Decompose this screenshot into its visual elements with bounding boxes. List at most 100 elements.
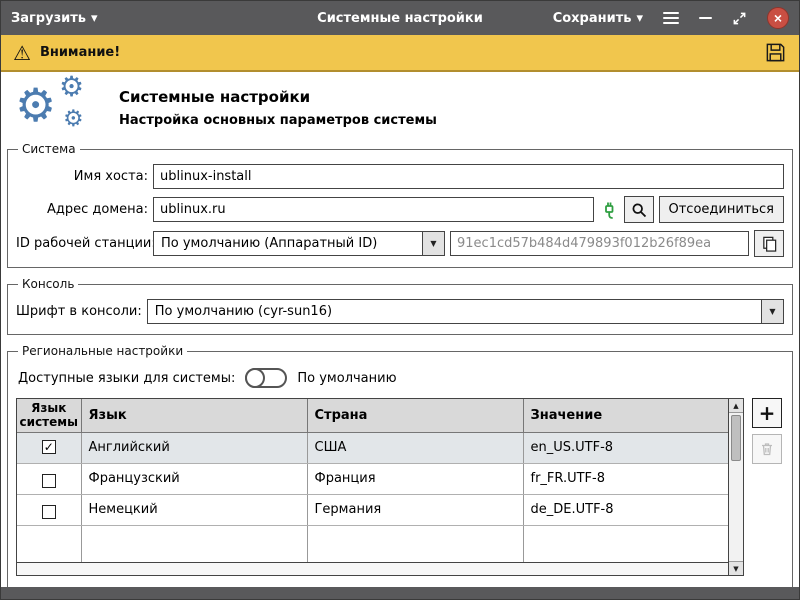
table-horizontal-scrollbar[interactable] [17,562,728,575]
warning-text: Внимание! [40,45,120,60]
console-font-row: Шрифт в консоли: По умолчанию (cyr-sun16… [16,299,784,324]
connected-plug-icon [599,200,619,220]
station-id-select[interactable]: По умолчанию (Аппаратный ID) ▼ [153,231,445,256]
cell-value: en_US.UTF-8 [523,432,728,463]
scroll-up-button[interactable]: ▲ [729,399,743,413]
languages-toggle-label: Доступные языки для системы: [18,371,235,386]
menu-button[interactable] [663,12,679,24]
languages-table: Язык системы Язык Страна Значение ✓ Англ… [16,398,744,576]
chevron-down-icon: ▼ [761,300,783,323]
cell-language: Немецкий [81,494,307,525]
console-legend: Консоль [18,277,78,291]
col-header-system-language: Язык системы [17,399,81,432]
caret-down-icon: ▾ [91,11,98,26]
system-language-checkbox[interactable] [42,474,56,488]
scroll-down-icon: ▼ [733,565,738,573]
delete-language-button[interactable] [752,434,782,464]
languages-table-body: Язык системы Язык Страна Значение ✓ Англ… [17,399,728,562]
scroll-up-icon: ▲ [733,402,738,410]
expand-icon [732,11,747,26]
minimize-button[interactable] [699,17,712,19]
table-empty-space [17,525,728,562]
floppy-disk-icon [764,41,787,64]
titlebar-actions: Сохранить ▾ × [553,7,789,29]
cell-country: Франция [307,463,523,494]
check-icon: ✓ [44,441,54,453]
hostname-row: Имя хоста: [16,164,784,189]
add-language-button[interactable]: + [752,398,782,428]
cell-country: США [307,432,523,463]
toggle-knob [245,368,265,388]
trash-icon [759,441,775,457]
search-icon [631,202,647,218]
app-header: ⚙ ⚙ ⚙ Системные настройки Настройка осно… [1,72,799,142]
domain-label: Адрес домена: [16,202,148,217]
console-section: Консоль Шрифт в консоли: По умолчанию (c… [7,277,793,335]
hardware-id-field [450,231,749,256]
app-header-text: Системные настройки Настройка основных п… [119,88,437,128]
load-menu-label: Загрузить [11,11,86,26]
copy-id-button[interactable] [754,230,784,257]
system-language-checkbox[interactable] [42,505,56,519]
regional-section: Региональные настройки Доступные языки д… [7,344,793,588]
station-id-row: ID рабочей станции: По умолчанию (Аппара… [16,230,784,257]
table-header-row: Язык системы Язык Страна Значение [17,399,728,432]
copy-icon [761,235,778,252]
col-header-country: Страна [307,399,523,432]
window-title: Системные настройки [317,11,483,26]
save-file-button[interactable] [764,41,787,64]
warning-bar: ⚠ Внимание! [1,35,799,72]
hostname-label: Имя хоста: [16,169,148,184]
hostname-input[interactable] [153,164,784,189]
page-subtitle: Настройка основных параметров системы [119,113,437,128]
page-title: Системные настройки [119,88,437,106]
system-language-checkbox[interactable]: ✓ [42,440,56,454]
bottom-statusbar [1,587,799,599]
cell-value: fr_FR.UTF-8 [523,463,728,494]
table-vertical-scrollbar[interactable]: ▲ ▼ [728,399,743,575]
minimize-icon [699,17,712,19]
warning-icon: ⚠ [13,43,31,63]
disconnect-button[interactable]: Отсоединиться [659,196,785,223]
cell-language: Французский [81,463,307,494]
chevron-down-icon: ▼ [422,232,444,255]
table-row[interactable]: Французский Франция fr_FR.UTF-8 [17,463,728,494]
gears-icon: ⚙ ⚙ ⚙ [15,78,101,138]
regional-legend: Региональные настройки [18,344,187,358]
domain-input[interactable] [153,197,594,222]
load-menu-button[interactable]: Загрузить ▾ [11,11,98,26]
table-row[interactable]: Немецкий Германия de_DE.UTF-8 [17,494,728,525]
maximize-button[interactable] [732,11,747,26]
table-row[interactable]: ✓ Английский США en_US.UTF-8 [17,432,728,463]
titlebar: Загрузить ▾ Системные настройки Сохранит… [1,1,799,35]
disconnect-button-label: Отсоединиться [669,202,775,217]
save-menu-label: Сохранить [553,11,632,26]
table-action-buttons: + [752,398,784,464]
scroll-down-button[interactable]: ▼ [729,561,743,575]
col-header-value: Значение [523,399,728,432]
languages-table-row: Язык системы Язык Страна Значение ✓ Англ… [16,398,784,576]
system-legend: Система [18,142,80,156]
domain-row: Адрес домена: Отсоединиться [16,196,784,223]
close-icon: × [774,11,782,25]
search-domain-button[interactable] [624,196,654,223]
console-font-label: Шрифт в консоли: [16,304,142,319]
cell-language: Английский [81,432,307,463]
save-menu-button[interactable]: Сохранить ▾ [553,11,643,26]
station-id-label: ID рабочей станции: [16,236,148,251]
col-header-language: Язык [81,399,307,432]
cell-value: de_DE.UTF-8 [523,494,728,525]
console-font-selected-option: По умолчанию (cyr-sun16) [148,304,761,319]
caret-down-icon: ▾ [636,11,643,26]
close-button[interactable]: × [767,7,789,29]
console-font-select[interactable]: По умолчанию (cyr-sun16) ▼ [147,299,784,324]
system-settings-window: Загрузить ▾ Системные настройки Сохранит… [0,0,800,600]
cell-country: Германия [307,494,523,525]
languages-toggle-row: Доступные языки для системы: По умолчани… [18,368,784,388]
languages-toggle[interactable] [245,368,287,388]
system-section: Система Имя хоста: Адрес домена: О [7,142,793,268]
scrollbar-thumb[interactable] [731,415,741,461]
toggle-state-label: По умолчанию [297,371,396,386]
hamburger-icon [663,12,679,24]
station-id-selected-option: По умолчанию (Аппаратный ID) [154,236,422,251]
